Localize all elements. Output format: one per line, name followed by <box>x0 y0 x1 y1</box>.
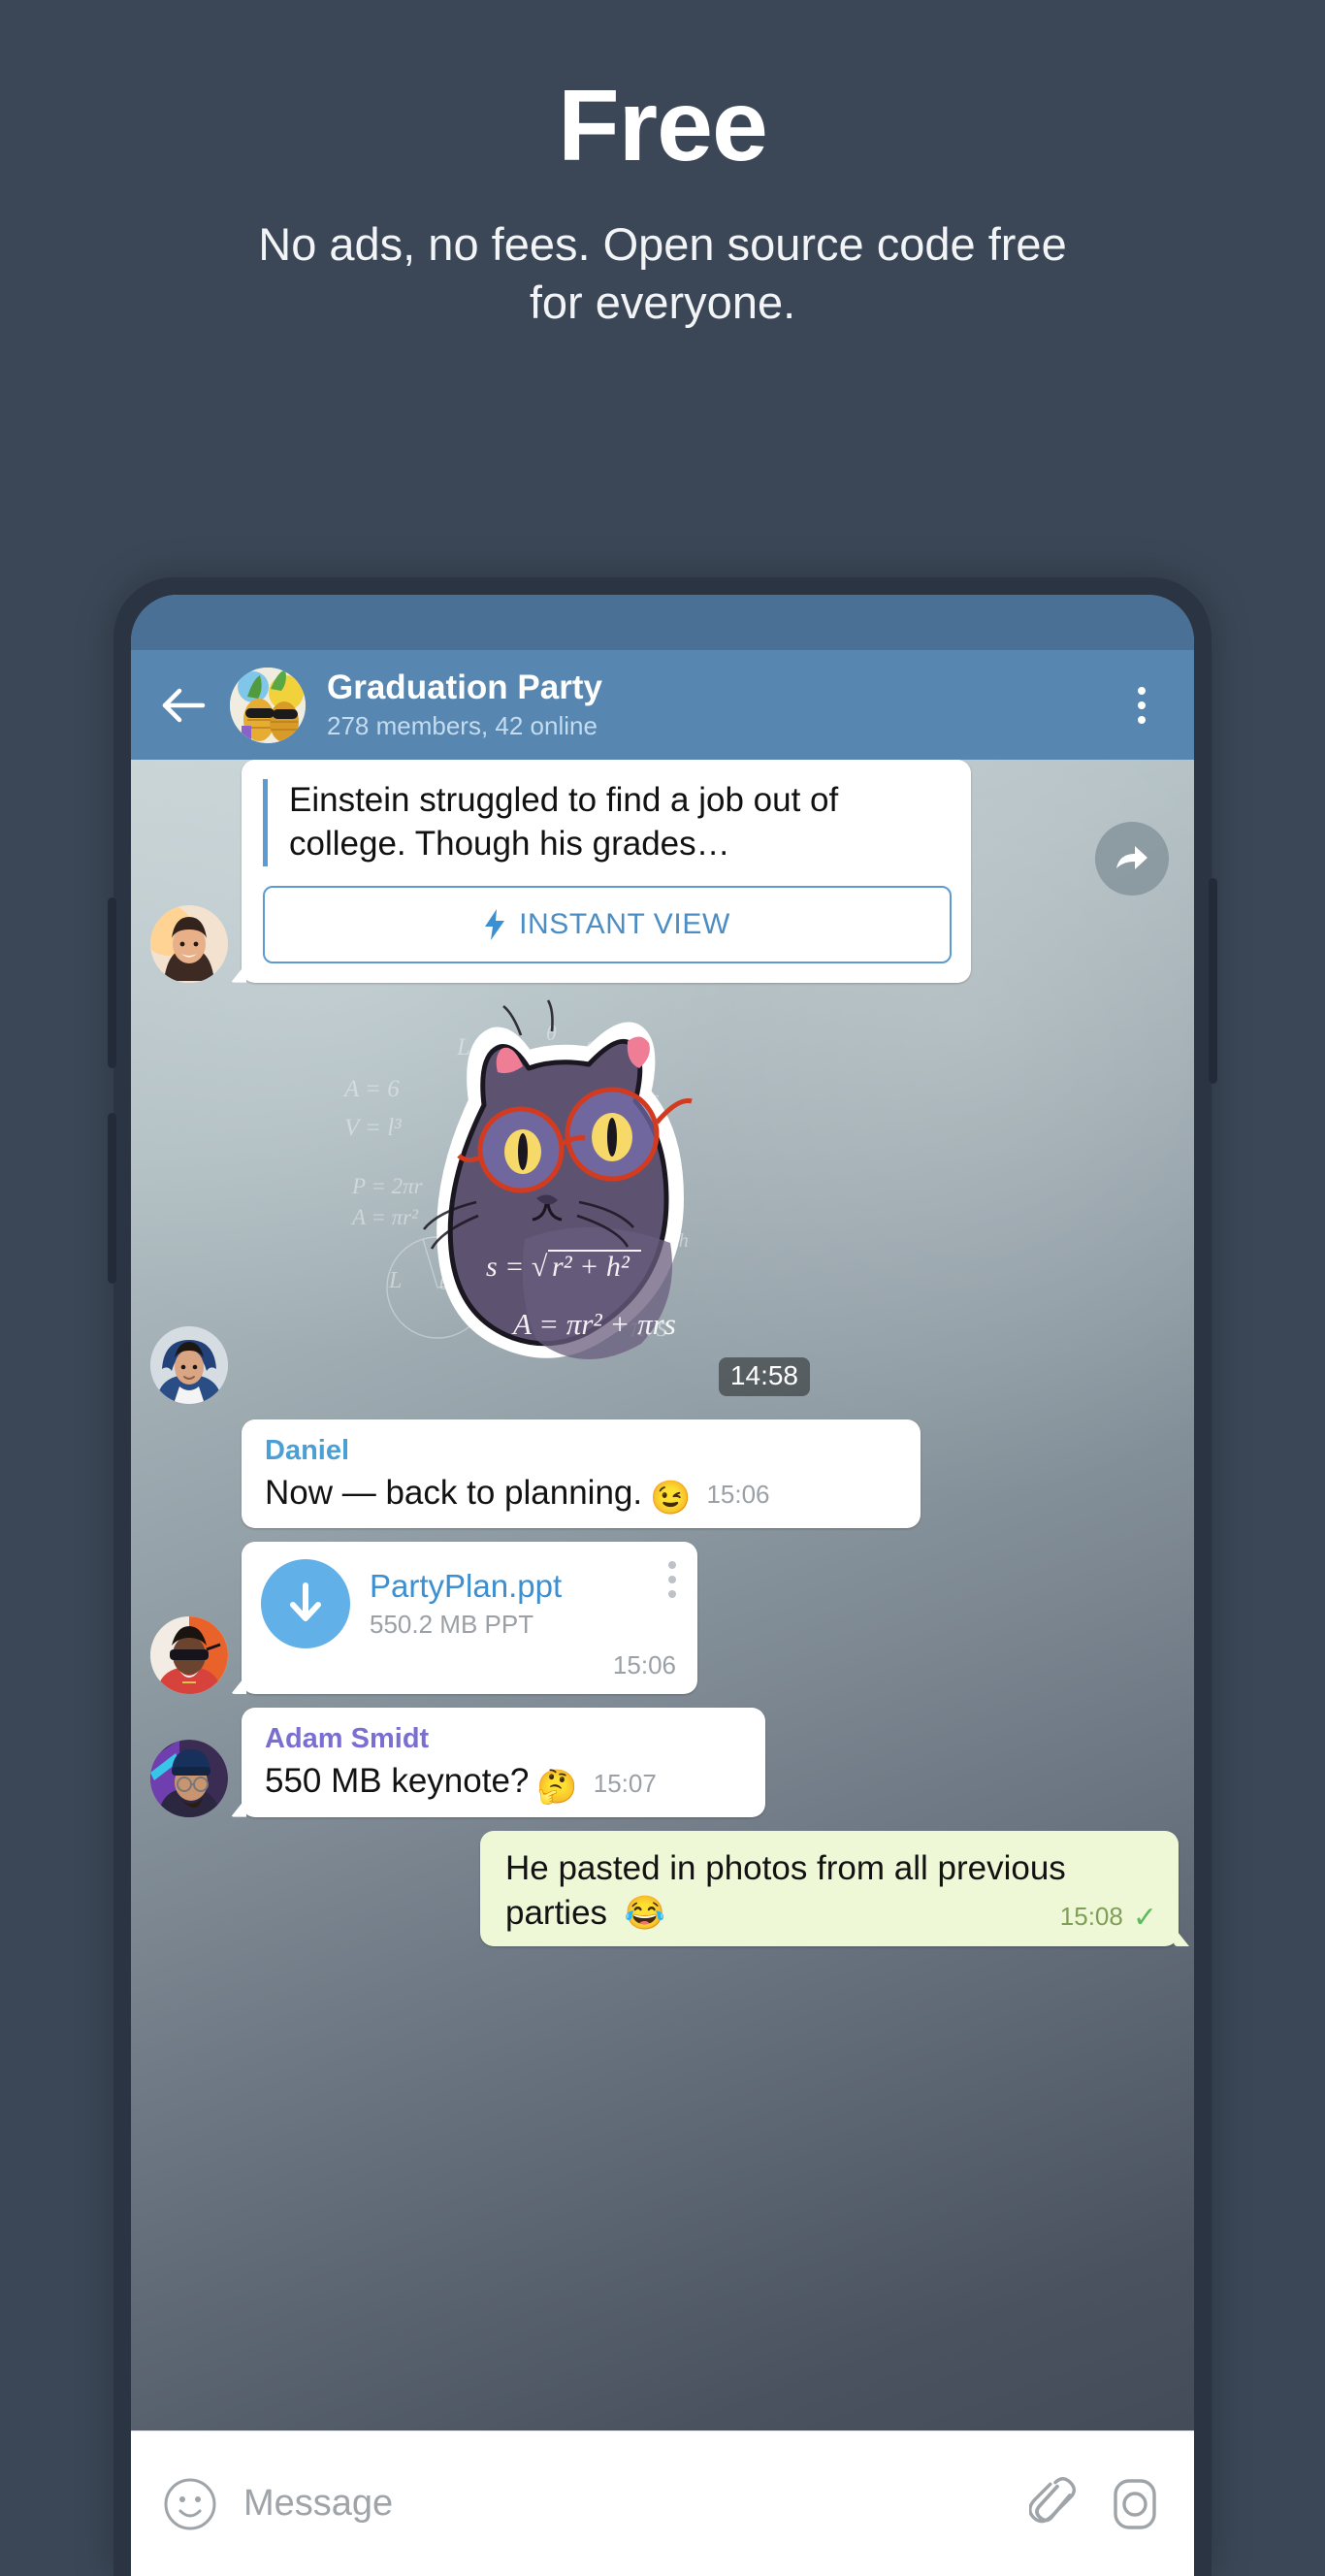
svg-text:P = 2πr: P = 2πr <box>351 1174 424 1198</box>
avatar[interactable] <box>150 1739 228 1817</box>
single-check-icon: ✓ <box>1132 1901 1157 1934</box>
timestamp: 15:06 <box>706 1480 770 1510</box>
back-button[interactable] <box>152 674 214 736</box>
text-bubble[interactable]: Daniel Now — back to planning. 😉 15:06 <box>242 1418 921 1529</box>
avatar[interactable] <box>150 1616 228 1695</box>
message-row-link-preview: Einstein struggled to find a job out of … <box>131 760 1194 983</box>
sticker-timestamp: 14:58 <box>718 1356 810 1396</box>
promo-subtitle: No ads, no fees. Open source code free f… <box>258 218 1067 329</box>
wink-emoji: 😉 <box>650 1480 692 1517</box>
avatar[interactable] <box>150 904 228 983</box>
laughing-emoji: 😂 <box>624 1894 666 1932</box>
message-text: 550 MB keynote? <box>265 1762 530 1801</box>
instant-view-label: INSTANT VIEW <box>519 907 730 940</box>
sender-name: Adam Smidt <box>265 1723 430 1755</box>
paperclip-icon[interactable] <box>1029 2476 1080 2532</box>
timestamp: 15:07 <box>593 1768 657 1798</box>
message-text: Now — back to planning. <box>265 1473 643 1512</box>
chat-title: Graduation Party <box>327 668 602 707</box>
svg-text:s = √: s = √ <box>486 1251 548 1283</box>
emoji-smiley-icon[interactable] <box>162 2476 218 2532</box>
promo-header: Free No ads, no fees. Open source code f… <box>0 0 1325 332</box>
thinking-emoji: 🤔 <box>536 1768 578 1806</box>
menu-dot <box>1138 715 1146 724</box>
back-arrow-icon <box>162 688 206 722</box>
page-title: Free <box>558 70 768 182</box>
message-row-outgoing: He pasted in photos from all previous pa… <box>131 1830 1194 1946</box>
camera-icon[interactable] <box>1109 2476 1161 2532</box>
outgoing-bubble[interactable]: He pasted in photos from all previous pa… <box>480 1830 1179 1946</box>
avatar-man-sunglasses <box>150 1616 228 1695</box>
menu-dot <box>668 1590 676 1599</box>
phone-screen: Graduation Party 278 members, 42 online <box>131 595 1194 2576</box>
instant-view-button[interactable]: INSTANT VIEW <box>263 885 952 963</box>
timestamp: 15:06 <box>612 1650 676 1680</box>
lightning-bolt-icon <box>485 908 505 940</box>
menu-dot <box>1138 686 1146 695</box>
volume-up-button[interactable] <box>108 897 116 1068</box>
math-cat-sticker: L = πr θ θ 0° A = 6 V = l³ P = 2πr A = π… <box>342 998 693 1359</box>
chat-message-list[interactable]: Einstein struggled to find a job out of … <box>131 760 1194 2576</box>
link-preview-body: Einstein struggled to find a job out of … <box>263 779 952 866</box>
svg-text:V = l³: V = l³ <box>344 1115 402 1141</box>
svg-text:A = πr²: A = πr² <box>350 1205 419 1229</box>
avatar[interactable] <box>230 667 306 743</box>
file-name[interactable]: PartyPlan.ppt <box>370 1568 668 1605</box>
forward-arrow-icon <box>1116 846 1147 869</box>
status-bar <box>131 595 1194 650</box>
file-row: PartyPlan.ppt 550.2 MB PPT <box>261 1559 676 1649</box>
svg-text:r² + h²: r² + h² <box>552 1251 630 1283</box>
text-bubble[interactable]: Adam Smidt 550 MB keynote? 🤔 15:07 <box>242 1708 765 1817</box>
download-arrow-icon <box>290 1582 321 1622</box>
message-input-bar: Message <box>131 2430 1194 2576</box>
avatar-spacer <box>150 1451 228 1528</box>
chat-status: 278 members, 42 online <box>327 710 598 740</box>
timestamp: 15:08 <box>1059 1901 1123 1931</box>
phone-mockup: Graduation Party 278 members, 42 online <box>108 577 1217 2576</box>
message-row-adam: Adam Smidt 550 MB keynote? 🤔 15:07 <box>131 1708 1194 1817</box>
forward-button[interactable] <box>1095 822 1169 896</box>
group-avatar-pineapple <box>230 667 306 743</box>
avatar-woman-smiling <box>150 904 228 983</box>
search-input[interactable]: Message <box>243 2483 1000 2525</box>
message-row-file: PartyPlan.ppt 550.2 MB PPT 15:06 <box>131 1542 1194 1695</box>
avatar[interactable] <box>150 1325 228 1404</box>
menu-dot <box>1138 701 1146 709</box>
file-message-bubble[interactable]: PartyPlan.ppt 550.2 MB PPT 15:06 <box>242 1542 697 1695</box>
menu-dot <box>668 1561 676 1570</box>
avatar-man-beanie <box>150 1739 228 1817</box>
sender-name: Daniel <box>265 1434 350 1466</box>
message-row-daniel: Daniel Now — back to planning. 😉 15:06 <box>131 1418 1194 1529</box>
link-preview-text: Einstein struggled to find a job out of … <box>289 781 839 863</box>
message-row-sticker: L = πr θ θ 0° A = 6 V = l³ P = 2πr A = π… <box>131 996 1194 1404</box>
file-size: 550.2 MB PPT <box>370 1610 534 1640</box>
sticker-message[interactable]: L = πr θ θ 0° A = 6 V = l³ P = 2πr A = π… <box>331 996 816 1404</box>
file-overflow-menu-icon[interactable] <box>668 1559 676 1599</box>
chat-header-titles[interactable]: Graduation Party 278 members, 42 online <box>327 668 1115 740</box>
overflow-menu-icon[interactable] <box>1115 674 1169 736</box>
volume-down-button[interactable] <box>108 1113 116 1284</box>
message-line: Now — back to planning. 😉 15:06 <box>265 1471 899 1516</box>
power-button[interactable] <box>1209 878 1217 1084</box>
message-line: 550 MB keynote? 🤔 15:07 <box>265 1759 744 1804</box>
svg-text:A = πr² + πrs: A = πr² + πrs <box>511 1307 676 1341</box>
avatar-person-hoodie <box>150 1325 228 1404</box>
chat-app-bar: Graduation Party 278 members, 42 online <box>131 650 1194 760</box>
link-preview-bubble[interactable]: Einstein struggled to find a job out of … <box>242 760 971 983</box>
svg-text:A = 6: A = 6 <box>342 1076 400 1102</box>
menu-dot <box>668 1576 676 1584</box>
download-button[interactable] <box>261 1559 350 1649</box>
file-meta: PartyPlan.ppt 550.2 MB PPT <box>370 1568 668 1640</box>
